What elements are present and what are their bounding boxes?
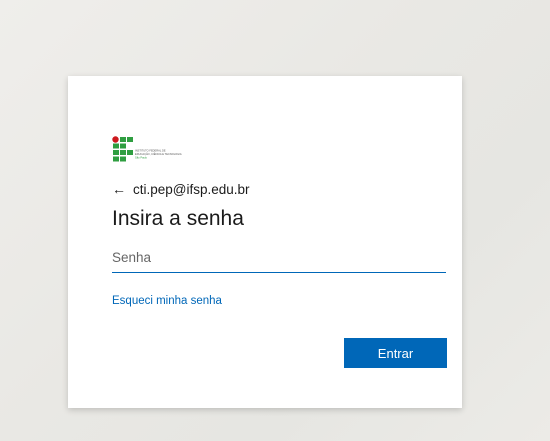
forgot-password-link[interactable]: Esqueci minha senha bbox=[112, 295, 222, 307]
page-title: Insira a senha bbox=[112, 207, 244, 230]
logo-line-1: INSTITUTO FEDERAL DE bbox=[135, 149, 166, 153]
sign-in-button[interactable]: Entrar bbox=[344, 338, 447, 368]
sign-in-card: INSTITUTO FEDERAL DE EDUCAÇÃO, CIÊNCIA E… bbox=[68, 76, 462, 408]
back-arrow-icon[interactable]: ← bbox=[112, 181, 126, 197]
password-field-container bbox=[112, 244, 446, 273]
logo-line-3: São Paulo bbox=[135, 156, 148, 160]
identity-banner: ← cti.pep@ifsp.edu.br bbox=[112, 180, 250, 198]
account-email: cti.pep@ifsp.edu.br bbox=[133, 181, 250, 197]
ifsp-logo: INSTITUTO FEDERAL DE EDUCAÇÃO, CIÊNCIA E… bbox=[112, 136, 202, 166]
password-input[interactable] bbox=[112, 244, 446, 273]
